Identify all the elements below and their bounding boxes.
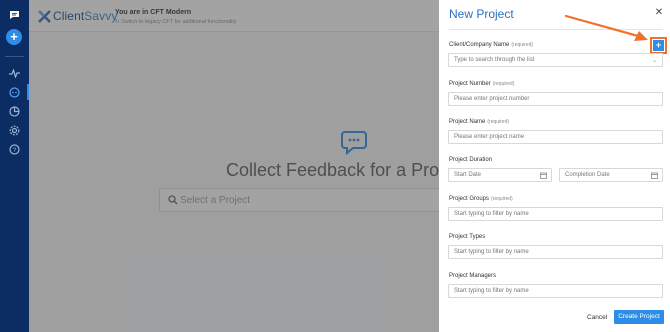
new-project-drawer: New Project ✕ Client/Company Name (requir… <box>439 0 670 332</box>
calendar-icon <box>540 172 547 179</box>
project-name-label: Project Name (required) <box>449 119 510 125</box>
feedback-icon[interactable] <box>7 85 22 100</box>
project-managers-input[interactable]: Start typing to filter by name <box>448 284 663 298</box>
project-name-input[interactable]: Please enter project name <box>448 130 663 144</box>
activity-icon[interactable] <box>7 66 22 81</box>
cancel-button[interactable]: Cancel <box>587 314 607 321</box>
annotation-arrow-icon <box>564 14 648 41</box>
drawer-title: New Project <box>449 7 514 21</box>
help-icon[interactable]: ? <box>7 142 22 157</box>
chevron-down-icon: ⌄ <box>651 58 657 64</box>
project-number-input[interactable]: Please enter project number <box>448 92 663 106</box>
modal-overlay[interactable] <box>29 0 439 332</box>
calendar-icon <box>651 172 658 179</box>
project-duration-label: Project Duration <box>449 157 493 163</box>
project-number-label: Project Number (required) <box>449 81 515 87</box>
close-icon[interactable]: ✕ <box>654 8 664 18</box>
create-project-button[interactable]: Create Project <box>614 310 664 324</box>
project-managers-label: Project Managers <box>449 273 497 279</box>
svg-text:?: ? <box>13 147 17 154</box>
project-types-input[interactable]: Start typing to filter by name <box>448 245 663 259</box>
rail-divider <box>5 56 24 57</box>
start-date-input[interactable]: Start Date <box>448 168 552 182</box>
highlight-box <box>650 37 667 54</box>
project-groups-label: Project Groups (required) <box>449 196 513 202</box>
client-select[interactable]: Type to search through the list ⌄ <box>448 53 663 67</box>
add-new-button[interactable]: + <box>6 29 22 45</box>
reports-icon[interactable] <box>7 104 22 119</box>
project-types-label: Project Types <box>449 234 486 240</box>
project-groups-input[interactable]: Start typing to filter by name <box>448 207 663 221</box>
completion-date-input[interactable]: Completion Date <box>559 168 663 182</box>
client-label: Client/Company Name (required) <box>449 42 534 48</box>
chat-icon[interactable] <box>7 7 22 22</box>
settings-icon[interactable] <box>7 123 22 138</box>
left-nav-rail: + ? <box>0 0 29 332</box>
